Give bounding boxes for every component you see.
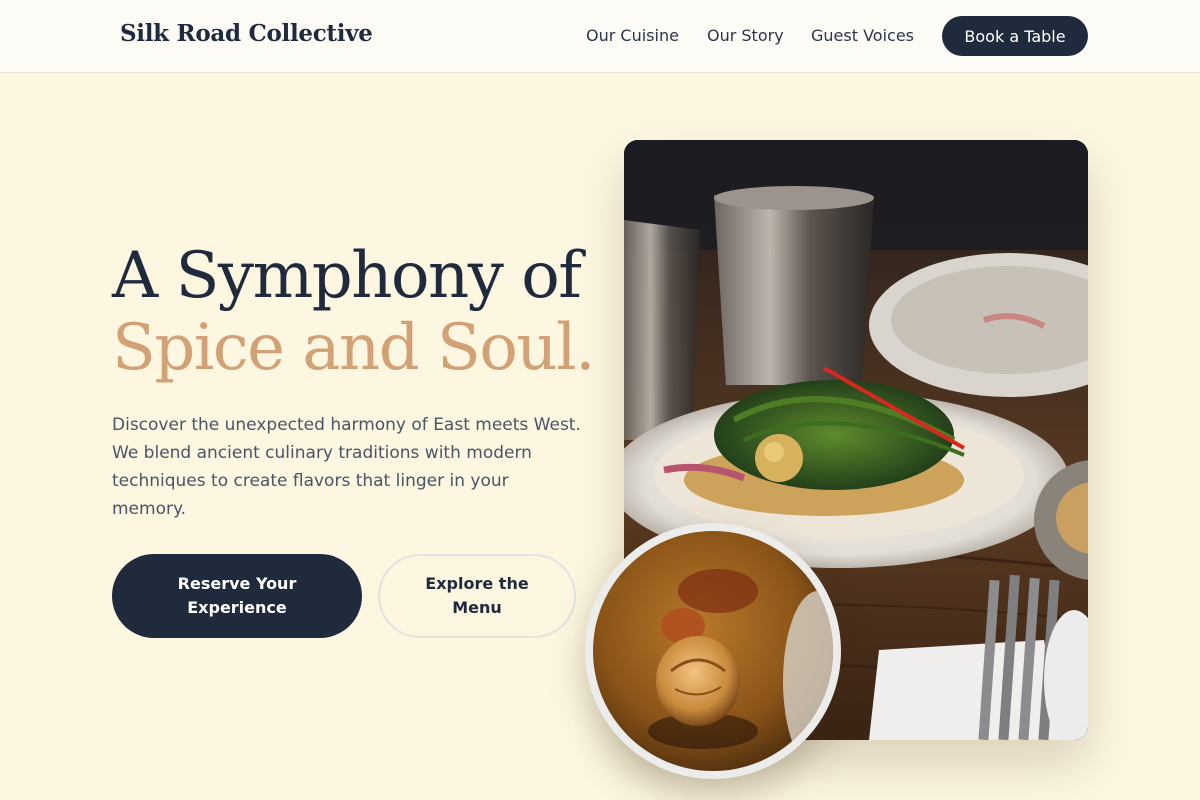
nav-link-our-cuisine[interactable]: Our Cuisine xyxy=(586,26,679,45)
hero-description: Discover the unexpected harmony of East … xyxy=(112,415,581,519)
reserve-experience-button[interactable]: Reserve Your Experience xyxy=(112,554,362,638)
hero-title-line-1: A Symphony of xyxy=(112,239,582,313)
book-table-button[interactable]: Book a Table xyxy=(942,16,1088,56)
food-closeup-photo xyxy=(593,531,833,771)
top-navbar: Silk Road Collective Our Cuisine Our Sto… xyxy=(0,0,1200,73)
nav-link-our-story[interactable]: Our Story xyxy=(707,26,784,45)
hero-title-line-2: Spice and Soul. xyxy=(112,311,595,385)
inset-photo-frame xyxy=(585,523,841,779)
explore-menu-button[interactable]: Explore the Menu xyxy=(378,554,576,638)
hero-title: A Symphony of Spice and Soul. xyxy=(112,240,632,384)
nav-link-guest-voices[interactable]: Guest Voices xyxy=(811,26,914,45)
